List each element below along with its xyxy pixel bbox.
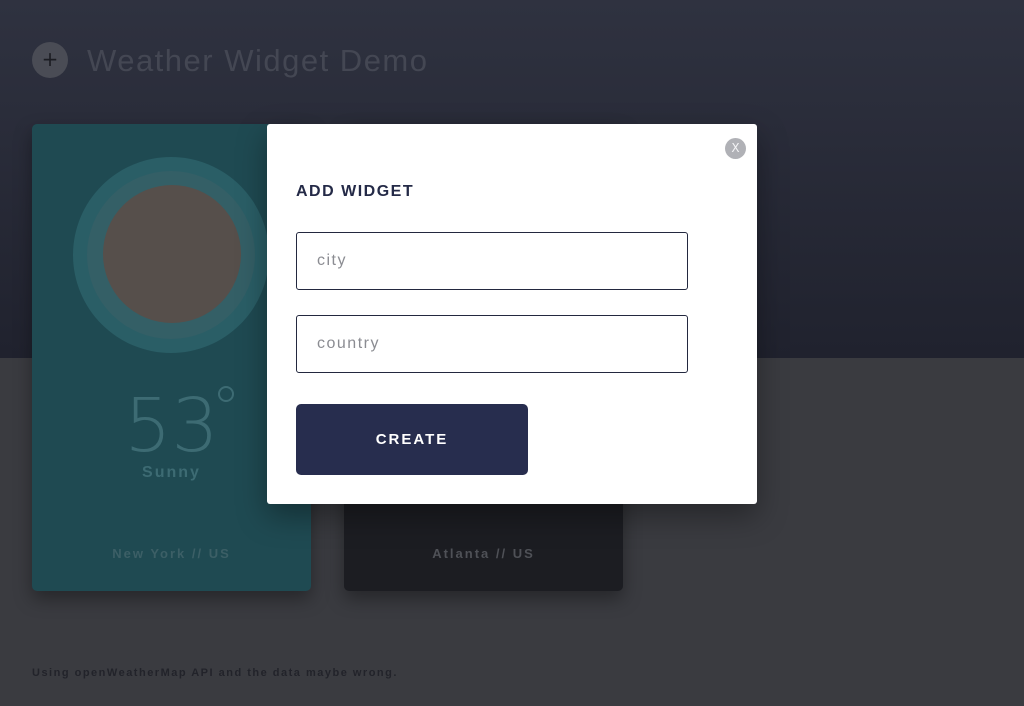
sun-icon <box>103 185 241 323</box>
widget-location: New York // US <box>112 546 231 561</box>
close-icon: X <box>731 141 740 155</box>
country-input[interactable] <box>296 315 688 373</box>
create-button[interactable]: CREATE <box>296 404 528 475</box>
page-title: Weather Widget Demo <box>87 43 429 78</box>
close-button[interactable]: X <box>725 138 746 159</box>
widget-location: Atlanta // US <box>432 546 535 561</box>
modal-title: ADD WIDGET <box>296 183 415 200</box>
city-input[interactable] <box>296 232 688 290</box>
footer-note: Using openWeatherMap API and the data ma… <box>32 667 398 679</box>
plus-icon: + <box>41 47 59 71</box>
add-widget-modal: X ADD WIDGET CREATE <box>267 124 757 504</box>
add-widget-button[interactable]: + <box>32 42 68 78</box>
degree-symbol <box>218 386 234 402</box>
